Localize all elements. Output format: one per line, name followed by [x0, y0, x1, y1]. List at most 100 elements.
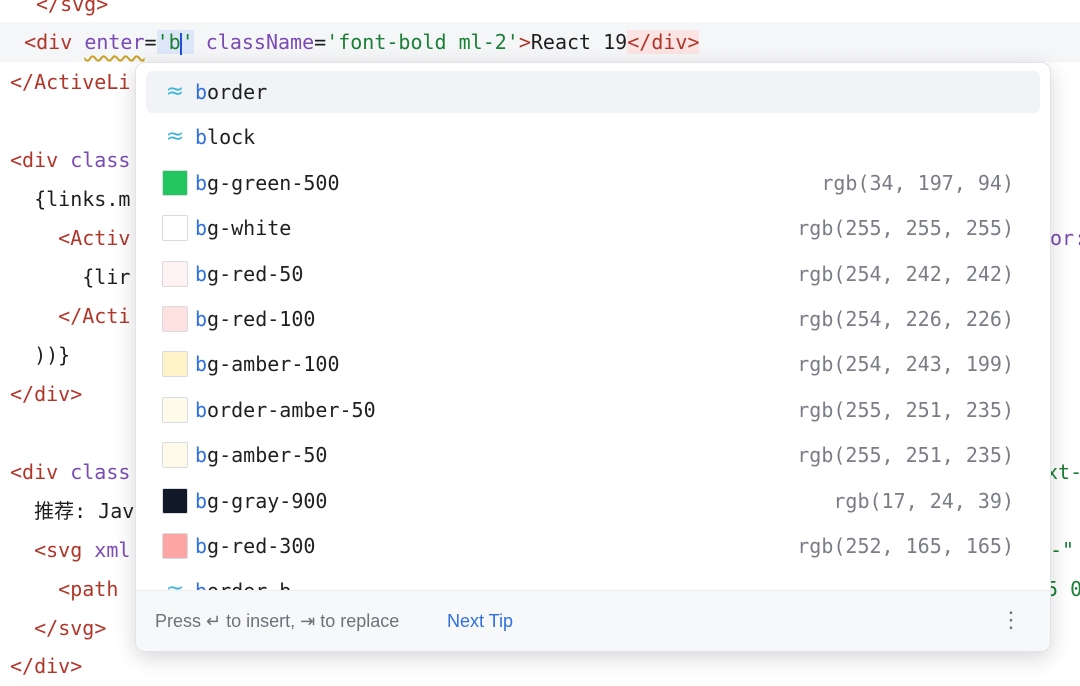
completion-item[interactable]: bg-white rgb(255, 255, 255): [146, 207, 1040, 249]
color-swatch-icon: [162, 351, 188, 377]
code-line[interactable]: </div>: [10, 646, 82, 686]
completion-item-value: rgb(254, 243, 199): [797, 352, 1014, 376]
code-text: 推荐: Jav: [10, 499, 135, 523]
code-token: ActiveLi: [34, 70, 131, 94]
completion-item[interactable]: bg-green-500 rgb(34, 197, 94): [146, 162, 1040, 204]
tailwind-icon: ≈: [165, 124, 185, 149]
code-line-fragment: 5 0: [1046, 569, 1080, 609]
completion-item[interactable]: bg-red-300 rgb(252, 165, 165): [146, 525, 1040, 567]
code-token: svg: [60, 0, 97, 16]
completion-item-label: bg-green-500: [195, 162, 340, 204]
code-line[interactable]: </Acti: [10, 296, 130, 336]
code-token: div: [36, 30, 73, 54]
completion-item[interactable]: bg-red-50 rgb(254, 242, 242): [146, 253, 1040, 295]
code-token: Acti: [82, 304, 131, 328]
code-attribute-warning[interactable]: enter: [84, 30, 144, 54]
code-token: <: [58, 226, 71, 250]
completion-item-label: bg-amber-100: [195, 343, 340, 385]
code-line[interactable]: <svg xml: [10, 530, 130, 570]
completion-item-value: rgb(254, 242, 242): [797, 262, 1014, 286]
code-attribute: class: [58, 148, 131, 172]
completion-match: b: [195, 489, 208, 513]
code-string: 'b: [156, 30, 181, 54]
completion-popup[interactable]: ≈ border ≈ block bg-green-500 rgb(34, 197, 94…: [135, 62, 1051, 652]
completion-item-value: rgb(255, 255, 255): [797, 216, 1014, 240]
color-swatch-icon: [162, 215, 188, 241]
color-swatch-icon: [162, 488, 188, 514]
more-options-icon[interactable]: ⋮: [1000, 591, 1022, 651]
code-token: div: [22, 148, 59, 172]
code-line[interactable]: <div class: [10, 452, 130, 492]
code-attribute: className: [205, 30, 315, 54]
completion-item[interactable]: ≈ border: [146, 71, 1040, 113]
completion-rest: g-green-500: [207, 171, 340, 195]
completion-item[interactable]: bg-amber-50 rgb(255, 251, 235): [146, 434, 1040, 476]
code-line-fragment: or:: [1050, 218, 1080, 258]
completion-item[interactable]: border-amber-50 rgb(255, 251, 235): [146, 389, 1040, 431]
code-token: >: [518, 30, 531, 54]
color-swatch-icon: [162, 306, 188, 332]
completion-rest: g-white: [207, 216, 292, 240]
completion-item-label: bg-red-50: [195, 253, 303, 295]
completion-match: b: [195, 216, 208, 240]
code-line[interactable]: <path: [10, 569, 118, 609]
code-token: div: [34, 654, 71, 678]
completion-item-label: bg-red-300: [195, 525, 315, 567]
code-token: <: [34, 538, 47, 562]
code-line-fragment: xt-: [1046, 452, 1080, 492]
code-string: 'font-bold ml-2': [326, 30, 519, 54]
code-token: path: [70, 577, 119, 601]
code-token: =: [144, 30, 157, 54]
code-line[interactable]: </div>: [10, 374, 82, 414]
code-text: {links.m: [10, 187, 131, 211]
completion-item[interactable]: bg-gray-900 rgb(17, 24, 39): [146, 480, 1040, 522]
completion-item[interactable]: bg-red-100 rgb(254, 226, 226): [146, 298, 1040, 340]
completion-match: b: [195, 534, 208, 558]
code-line[interactable]: ))}: [10, 335, 70, 375]
completion-item-value: rgb(252, 165, 165): [797, 534, 1014, 558]
completion-item[interactable]: ≈ block: [146, 116, 1040, 158]
code-string: -": [1050, 538, 1075, 562]
completion-rest: g-red-300: [207, 534, 316, 558]
completion-item[interactable]: ≈ border-b: [146, 570, 1040, 591]
color-swatch-icon: [162, 533, 188, 559]
code-token: <: [58, 577, 71, 601]
code-line[interactable]: {links.m: [10, 179, 130, 219]
insert-replace-hint: Press ↵ to insert, ⇥ to replace: [155, 611, 400, 631]
code-token: <: [24, 30, 37, 54]
completion-match: b: [195, 125, 208, 149]
code-line[interactable]: </ActiveLi: [10, 62, 130, 102]
code-token: >: [96, 0, 109, 16]
completion-item-label: bg-white: [195, 207, 291, 249]
code-token: </: [36, 0, 61, 16]
code-token: <: [10, 148, 23, 172]
code-token: </: [10, 382, 35, 406]
code-line[interactable]: 推荐: Jav: [10, 491, 134, 531]
completion-item-label: border: [195, 71, 267, 113]
completion-list[interactable]: ≈ border ≈ block bg-green-500 rgb(34, 197, 94…: [136, 71, 1050, 591]
completion-rest: order: [207, 80, 268, 104]
code-line[interactable]: <Activ: [10, 218, 130, 258]
completion-item-label: border-amber-50: [195, 389, 376, 431]
next-tip-link[interactable]: Next Tip: [447, 591, 513, 651]
completion-item-value: rgb(34, 197, 94): [821, 171, 1014, 195]
completion-item[interactable]: bg-amber-100 rgb(254, 243, 199): [146, 343, 1040, 385]
code-text: {lir: [10, 265, 131, 289]
code-token: Activ: [70, 226, 131, 250]
code-line[interactable]: </svg>: [10, 608, 106, 648]
code-line[interactable]: <div class: [10, 140, 130, 180]
code-token: >: [70, 382, 83, 406]
completion-item-label: bg-gray-900: [195, 480, 327, 522]
completion-item-label: bg-red-100: [195, 298, 315, 340]
code-token: div: [651, 30, 688, 54]
code-attribute: xml: [82, 538, 131, 562]
code-line[interactable]: {lir: [10, 257, 130, 297]
code-line-active[interactable]: <div enter='b' className='font-bold ml-2…: [0, 22, 700, 62]
code-line-fragment: -": [1050, 530, 1074, 570]
code-line[interactable]: </svg>: [36, 0, 108, 24]
completion-item-value: rgb(254, 226, 226): [797, 307, 1014, 331]
code-token: </: [34, 616, 59, 640]
